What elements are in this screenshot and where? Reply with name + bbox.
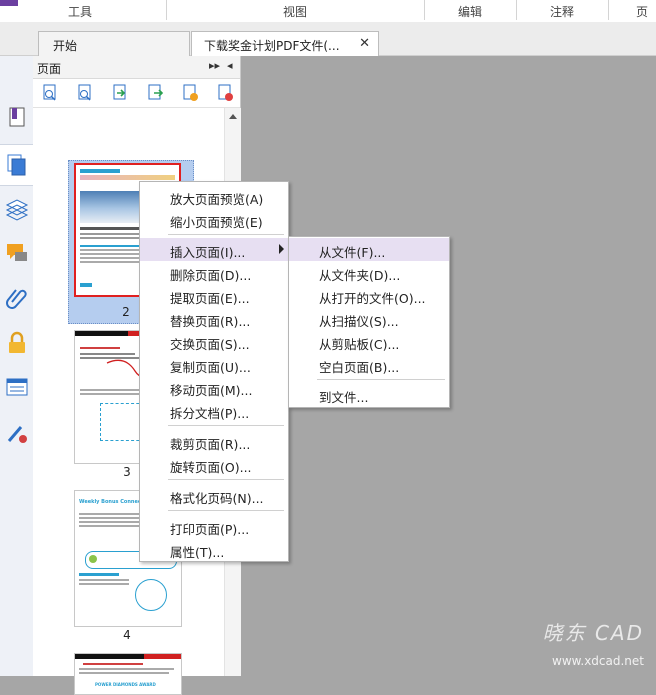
menu-separator xyxy=(168,425,284,426)
attachment-icon[interactable] xyxy=(4,284,30,310)
collapse-panel-icon[interactable]: ◂ xyxy=(227,59,233,72)
add-page-icon[interactable] xyxy=(181,84,199,102)
pages-panel-header: 页面 ▸▸ ◂ xyxy=(33,56,240,79)
delete-page-icon[interactable] xyxy=(216,84,234,102)
menu-item-insert-pages[interactable]: 插入页面(I)... xyxy=(140,238,288,261)
pages-panel-toolbar xyxy=(33,79,240,108)
ribbon-group-page: 页 xyxy=(636,5,649,19)
ribbon-group-view: 视图 xyxy=(282,5,307,19)
app-accent xyxy=(0,0,18,6)
ribbon-separator xyxy=(516,0,517,20)
ribbon-group-edit: 编辑 xyxy=(457,5,482,19)
submenu-item-from-file[interactable]: 从文件(F)... xyxy=(289,238,449,261)
signature-icon[interactable] xyxy=(4,420,30,446)
close-icon[interactable]: ✕ xyxy=(359,36,370,51)
menu-item-print-pages[interactable]: 打印页面(P)... xyxy=(140,515,288,538)
menu-item-properties[interactable]: 属性(T)... xyxy=(140,538,288,561)
zoom-out-page-icon[interactable] xyxy=(76,84,94,102)
menu-item-split-document[interactable]: 拆分文档(P)... xyxy=(140,399,288,422)
page-number: 3 xyxy=(123,465,131,479)
page-number: 2 xyxy=(122,305,130,319)
thumbnail-heading: POWER DIAMONDS AWARD xyxy=(95,682,156,687)
watermark-url: www.xdcad.net xyxy=(552,654,644,668)
menu-item-zoom-in-preview[interactable]: 放大页面预览(A) xyxy=(140,185,288,208)
pages-thumbnail-icon[interactable] xyxy=(0,144,33,186)
page-thumbnail[interactable]: POWER DIAMONDS AWARD xyxy=(74,653,182,695)
menu-item-delete-pages[interactable]: 删除页面(D)... xyxy=(140,261,288,284)
tab-start[interactable]: 开始 xyxy=(38,31,190,56)
menu-item-duplicate-pages[interactable]: 复制页面(U)... xyxy=(140,353,288,376)
menu-item-move-pages[interactable]: 移动页面(M)... xyxy=(140,376,288,399)
page-number: 4 xyxy=(123,628,131,642)
submenu-item-from-open-file[interactable]: 从打开的文件(O)... xyxy=(289,284,449,307)
expand-panel-icon[interactable]: ▸▸ xyxy=(209,59,220,72)
ribbon-group-tools: 工具 xyxy=(67,5,92,19)
comments-icon[interactable] xyxy=(4,240,30,266)
lock-icon[interactable] xyxy=(4,330,30,356)
menu-item-zoom-out-preview[interactable]: 缩小页面预览(E) xyxy=(140,208,288,231)
ribbon-separator xyxy=(166,0,167,20)
menu-item-swap-pages[interactable]: 交换页面(S)... xyxy=(140,330,288,353)
tab-start-label: 开始 xyxy=(53,39,78,53)
menu-item-extract-pages[interactable]: 提取页面(E)... xyxy=(140,284,288,307)
navigation-icon-strip xyxy=(0,56,34,676)
form-fields-icon[interactable] xyxy=(4,374,30,400)
menu-separator xyxy=(168,234,284,235)
page-context-menu: 放大页面预览(A) 缩小页面预览(E) 插入页面(I)... 删除页面(D)..… xyxy=(139,181,289,562)
menu-separator xyxy=(168,510,284,511)
ribbon-group-bar: 工具 视图 编辑 注释 页 xyxy=(0,0,656,23)
submenu-item-to-file[interactable]: 到文件... xyxy=(289,383,449,406)
menu-item-crop-pages[interactable]: 裁剪页面(R)... xyxy=(140,430,288,453)
extract-page-icon[interactable] xyxy=(146,84,164,102)
scroll-up-icon[interactable] xyxy=(229,114,237,119)
menu-separator xyxy=(168,479,284,480)
submenu-arrow-icon xyxy=(279,244,284,254)
submenu-item-from-scanner[interactable]: 从扫描仪(S)... xyxy=(289,307,449,330)
menu-item-format-page-numbers[interactable]: 格式化页码(N)... xyxy=(140,484,288,507)
menu-item-replace-pages[interactable]: 替换页面(R)... xyxy=(140,307,288,330)
layers-icon[interactable] xyxy=(4,196,30,222)
submenu-item-from-folder[interactable]: 从文件夹(D)... xyxy=(289,261,449,284)
ribbon-separator xyxy=(424,0,425,20)
submenu-item-from-clipboard[interactable]: 从剪贴板(C)... xyxy=(289,330,449,353)
insert-page-icon[interactable] xyxy=(111,84,129,102)
submenu-item-blank-page[interactable]: 空白页面(B)... xyxy=(289,353,449,376)
bookmark-icon[interactable] xyxy=(4,104,30,130)
pages-panel-title: 页面 xyxy=(37,62,62,76)
tab-document-label: 下载奖金计划PDF文件(... xyxy=(204,39,340,53)
menu-item-rotate-pages[interactable]: 旋转页面(O)... xyxy=(140,453,288,476)
ribbon-separator xyxy=(608,0,609,20)
insert-pages-submenu: 从文件(F)... 从文件夹(D)... 从打开的文件(O)... 从扫描仪(S… xyxy=(288,236,450,408)
ribbon-group-comment: 注释 xyxy=(549,5,574,19)
zoom-in-page-icon[interactable] xyxy=(41,84,59,102)
tab-document[interactable]: 下载奖金计划PDF文件(... ✕ xyxy=(191,31,379,56)
document-tab-bar: 开始 下载奖金计划PDF文件(... ✕ xyxy=(0,22,656,56)
watermark-logo: 晓东 CAD xyxy=(542,621,644,645)
menu-separator xyxy=(317,379,445,380)
